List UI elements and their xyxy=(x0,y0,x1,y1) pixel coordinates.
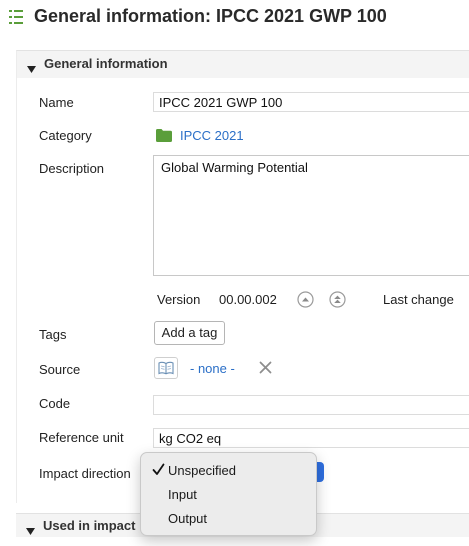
section-title: General information xyxy=(44,56,168,71)
version-value: 00.00.002 xyxy=(219,292,277,307)
general-information-section-header[interactable]: General information xyxy=(17,51,469,78)
collapse-triangle-icon[interactable] xyxy=(27,60,36,78)
menu-item-output[interactable]: Output xyxy=(141,508,316,530)
source-select-button[interactable] xyxy=(154,357,178,379)
category-label: Category xyxy=(39,128,92,143)
tags-label: Tags xyxy=(39,327,67,342)
version-label: Version xyxy=(157,292,201,307)
code-field[interactable] xyxy=(153,395,469,415)
menu-item-label: Output xyxy=(168,511,208,526)
add-tag-button[interactable]: Add a tag xyxy=(154,321,225,345)
menu-item-label: Input xyxy=(168,487,197,502)
menu-item-label: Unspecified xyxy=(168,463,236,478)
folder-icon xyxy=(156,129,172,147)
checkmark-icon xyxy=(152,463,165,479)
name-field[interactable]: IPCC 2021 GWP 100 xyxy=(153,92,469,112)
menu-item-input[interactable]: Input xyxy=(141,484,316,506)
code-label: Code xyxy=(39,396,71,411)
editor-header: General information: IPCC 2021 GWP 100 xyxy=(0,0,469,36)
remove-source-icon[interactable] xyxy=(259,361,272,379)
last-change-label: Last change xyxy=(383,292,454,307)
description-textarea[interactable]: Global Warming Potential xyxy=(153,155,469,276)
source-label: Source xyxy=(39,362,81,377)
page-title: General information: IPCC 2021 GWP 100 xyxy=(34,6,387,26)
section-title: Used in impact xyxy=(43,518,136,533)
version-major-up-icon[interactable] xyxy=(329,291,346,313)
collapse-triangle-icon[interactable] xyxy=(26,522,35,540)
list-icon xyxy=(9,9,25,30)
book-icon xyxy=(158,361,174,375)
name-label: Name xyxy=(39,95,74,110)
impact-direction-dropdown-menu: Unspecified Input Output xyxy=(140,452,317,536)
menu-item-unspecified[interactable]: Unspecified xyxy=(141,460,316,482)
source-link[interactable]: - none - xyxy=(190,361,235,376)
impact-direction-label: Impact direction xyxy=(39,466,131,481)
description-label: Description xyxy=(39,161,105,176)
reference-unit-label: Reference unit xyxy=(39,430,124,445)
reference-unit-field[interactable]: kg CO2 eq xyxy=(153,428,469,448)
category-link[interactable]: IPCC 2021 xyxy=(180,128,244,143)
version-up-icon[interactable] xyxy=(297,291,314,313)
